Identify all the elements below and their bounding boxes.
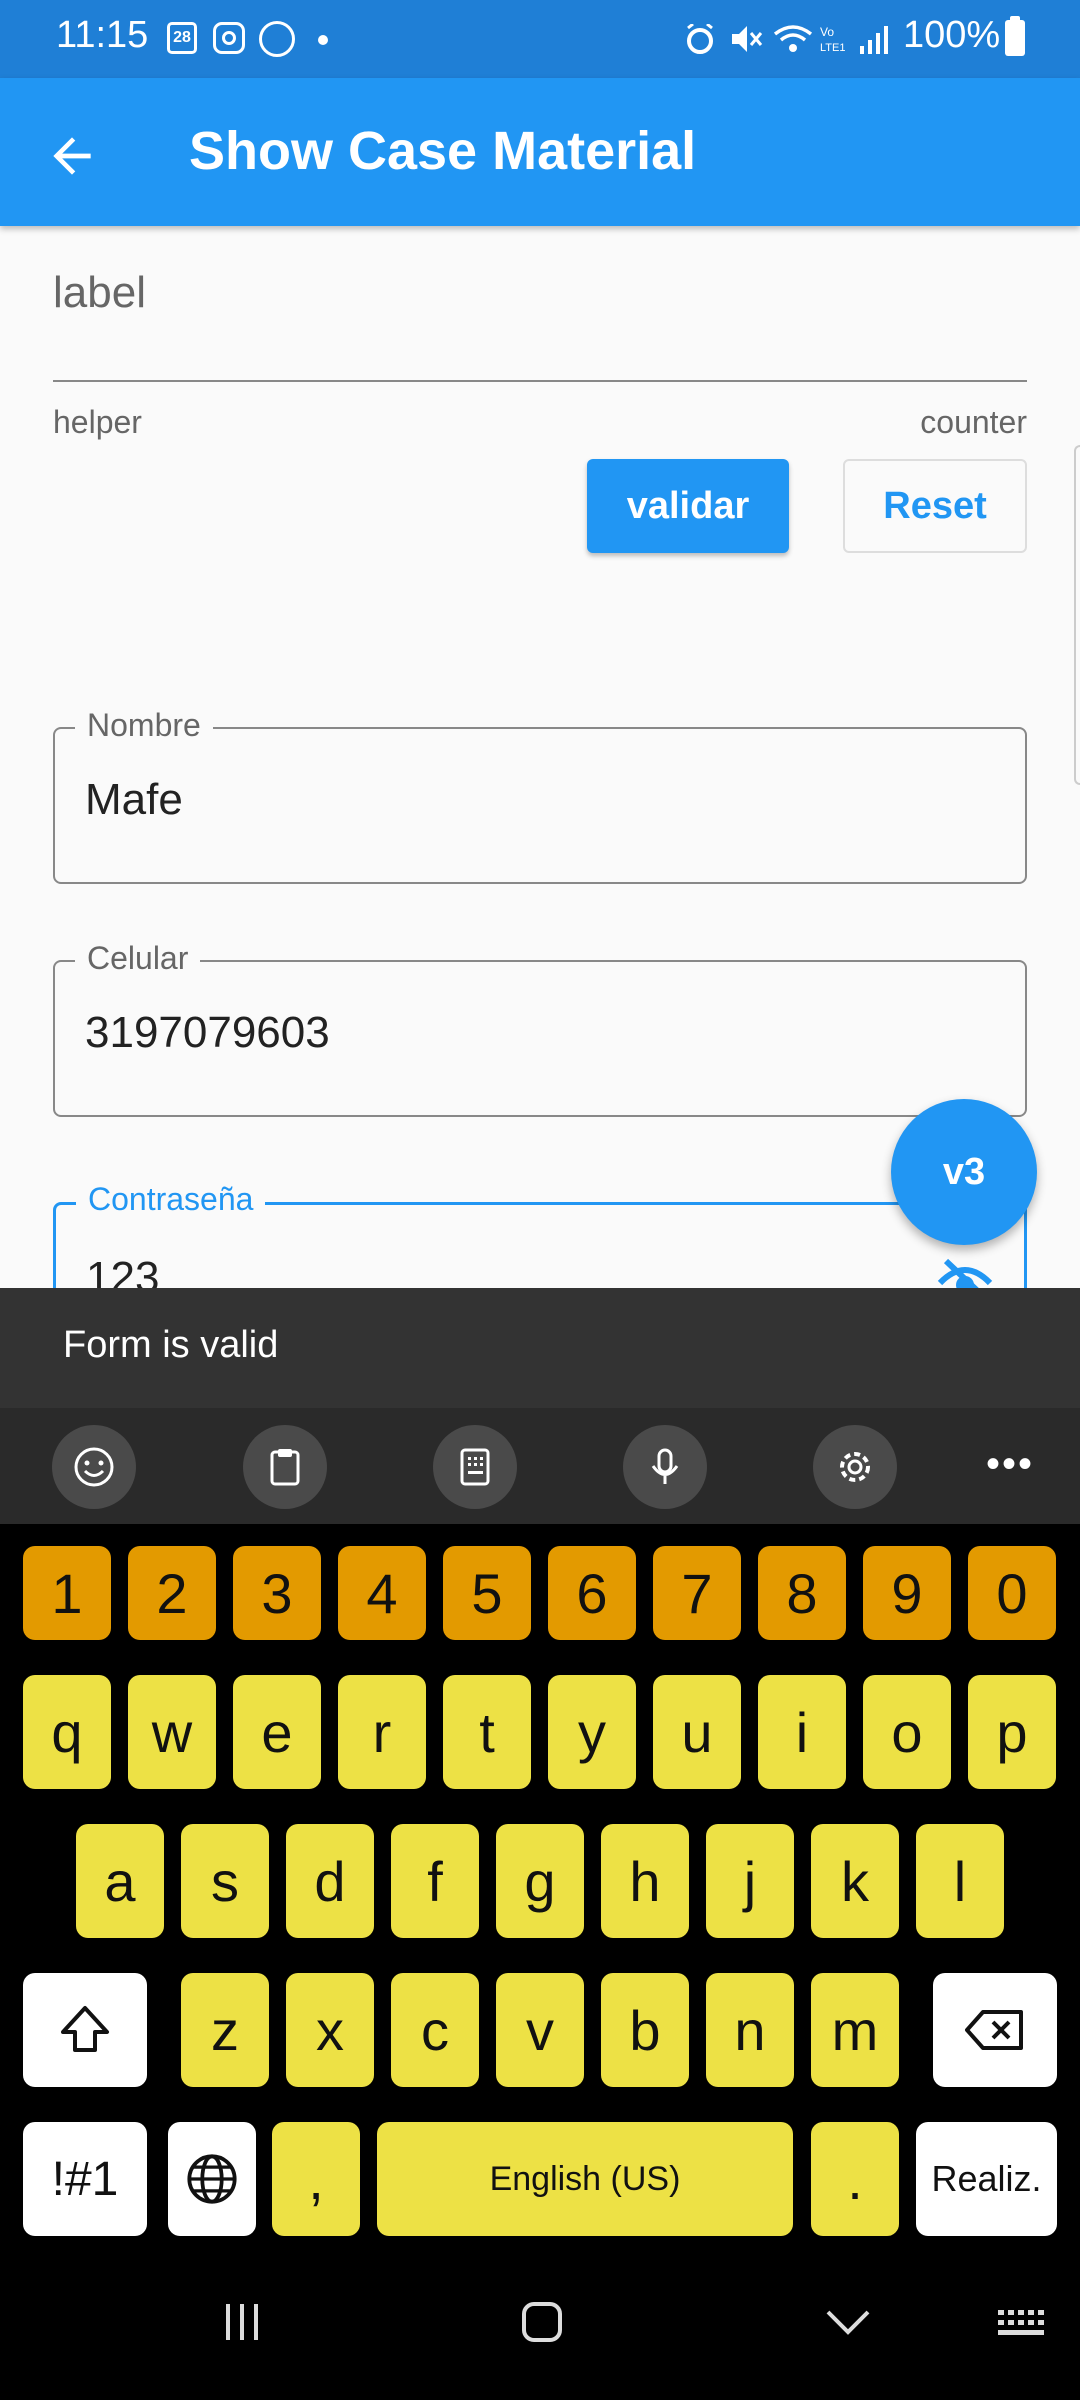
battery-percent: 100% [903,14,1001,56]
name-field[interactable]: Nombre Mafe [53,707,1027,884]
snackbar-message: Form is valid [63,1324,279,1366]
hide-keyboard-icon[interactable] [824,2304,872,2340]
key-x[interactable]: x [286,1973,374,2087]
keyboard: 1 2 3 4 5 6 7 8 9 0 q w e r t y u i o p … [0,1524,1080,2260]
offscreen-card-edge [1074,445,1080,785]
reset-button[interactable]: Reset [843,459,1027,553]
name-field-value: Mafe [85,775,183,824]
key-comma[interactable]: , [272,2122,360,2236]
key-0[interactable]: 0 [968,1546,1056,1640]
home-icon[interactable] [520,2300,564,2344]
navigation-bar [0,2260,1080,2400]
label-field-underline [53,380,1027,382]
keyboard-toolbar: ••• [0,1408,1080,1524]
backspace-key[interactable] [933,1973,1057,2087]
key-f[interactable]: f [391,1824,479,1938]
key-s[interactable]: s [181,1824,269,1938]
key-h[interactable]: h [601,1824,689,1938]
key-d[interactable]: d [286,1824,374,1938]
version-fab[interactable]: v3 [891,1099,1037,1245]
key-z[interactable]: z [181,1973,269,2087]
key-period[interactable]: . [811,2122,899,2236]
phone-field[interactable]: Celular 3197079603 [53,940,1027,1117]
key-t[interactable]: t [443,1675,531,1789]
key-l[interactable]: l [916,1824,1004,1938]
label-field[interactable]: label [53,268,146,318]
status-time: 11:15 [56,14,149,56]
signal-icon [860,26,888,54]
phone-field-label: Celular [75,940,201,977]
microphone-icon[interactable] [623,1425,707,1509]
key-g[interactable]: g [496,1824,584,1938]
shift-arrow-icon [61,2006,109,2052]
settings-gear-icon[interactable] [813,1425,897,1509]
key-9[interactable]: 9 [863,1546,951,1640]
more-options-icon[interactable]: ••• [986,1444,1034,1484]
keyboard-switch-icon[interactable] [996,2308,1046,2338]
notification-dot-icon [318,35,328,45]
instagram-icon [213,22,245,54]
key-3[interactable]: 3 [233,1546,321,1640]
key-b[interactable]: b [601,1973,689,2087]
battery-icon [1005,16,1025,56]
key-v[interactable]: v [496,1973,584,2087]
globe-icon [187,2154,237,2204]
mute-icon [732,26,763,52]
key-w[interactable]: w [128,1675,216,1789]
recent-apps-icon[interactable] [220,2300,264,2344]
helper-text: helper [53,404,142,440]
app-bar: Show Case Material [0,78,1080,226]
key-r[interactable]: r [338,1675,426,1789]
key-7[interactable]: 7 [653,1546,741,1640]
whatsapp-icon [259,21,295,57]
key-a[interactable]: a [76,1824,164,1938]
phone-field-value: 3197079603 [85,1008,330,1057]
keypad-icon[interactable] [433,1425,517,1509]
validate-button[interactable]: validar [587,459,789,553]
language-key[interactable] [168,2122,256,2236]
key-m[interactable]: m [811,1973,899,2087]
key-2[interactable]: 2 [128,1546,216,1640]
svg-text:Vo: Vo [820,25,834,39]
password-field-label: Contraseña [76,1181,266,1218]
snackbar: Form is valid [0,1288,1080,1408]
key-c[interactable]: c [391,1973,479,2087]
key-e[interactable]: e [233,1675,321,1789]
page-title: Show Case Material [189,121,697,181]
done-key[interactable]: Realiz. [916,2122,1057,2236]
backspace-icon [965,2010,1023,2050]
wifi-icon [773,25,813,52]
key-1[interactable]: 1 [23,1546,111,1640]
clipboard-icon[interactable] [243,1425,327,1509]
back-arrow-icon[interactable] [44,128,100,184]
volte-icon: Vo LTE1 [820,25,845,54]
key-6[interactable]: 6 [548,1546,636,1640]
key-8[interactable]: 8 [758,1546,846,1640]
key-y[interactable]: y [548,1675,636,1789]
svg-text:LTE1: LTE1 [820,42,845,54]
key-k[interactable]: k [811,1824,899,1938]
key-i[interactable]: i [758,1675,846,1789]
key-p[interactable]: p [968,1675,1056,1789]
symbols-key[interactable]: !#1 [23,2122,147,2236]
key-j[interactable]: j [706,1824,794,1938]
counter-text: counter [920,404,1027,440]
status-bar: 11:15 28 Vo LTE1 100% [0,0,1080,78]
calendar-icon: 28 [167,22,197,54]
key-q[interactable]: q [23,1675,111,1789]
key-4[interactable]: 4 [338,1546,426,1640]
key-u[interactable]: u [653,1675,741,1789]
key-o[interactable]: o [863,1675,951,1789]
shift-key[interactable] [23,1973,147,2087]
key-n[interactable]: n [706,1973,794,2087]
alarm-icon [687,24,713,54]
name-field-label: Nombre [75,707,213,744]
key-5[interactable]: 5 [443,1546,531,1640]
emoji-icon[interactable] [52,1425,136,1509]
space-key[interactable]: English (US) [377,2122,793,2236]
